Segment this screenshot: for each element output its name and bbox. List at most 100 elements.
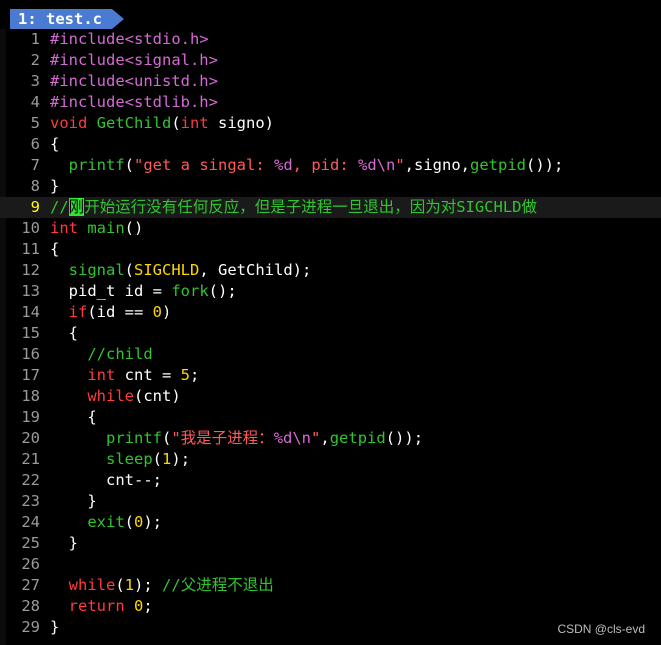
code-line[interactable]: 22 cnt--; <box>0 470 661 491</box>
line-number: 12 <box>21 261 40 279</box>
code-token: #include<unistd.h> <box>50 72 218 90</box>
code-token: if <box>68 303 88 321</box>
code-token: } <box>50 534 78 552</box>
line-text: printf("我是子进程：%d\n",getpid()); <box>50 428 423 449</box>
code-token: ) <box>162 303 172 321</box>
code-token: getpid <box>470 156 526 174</box>
code-token: 开始运行没有任何反应，但是子进程一旦退出，因为对SIGCHLD做 <box>84 198 538 216</box>
code-line[interactable]: 5 void GetChild(int signo) <box>0 113 661 134</box>
code-token: 0 <box>134 513 144 531</box>
line-text: sleep(1); <box>50 449 190 470</box>
code-line[interactable]: 6{ <box>0 134 661 155</box>
line-number: 6 <box>30 135 40 153</box>
code-token: (cnt) <box>134 387 181 405</box>
code-line[interactable]: 19 { <box>0 407 661 428</box>
code-line[interactable]: 23 } <box>0 491 661 512</box>
code-editor[interactable]: 1 #include<stdio.h> 2 #include<signal.h> 3 #i… <box>0 29 661 638</box>
line-text: } <box>50 176 59 197</box>
code-line[interactable]: 25 } <box>0 533 661 554</box>
code-token: //child <box>50 345 153 363</box>
line-text: int cnt = 5; <box>50 365 199 386</box>
line-text: cnt--; <box>50 470 162 491</box>
line-text: { <box>50 239 59 260</box>
code-token: ( <box>162 429 172 447</box>
code-token: ( <box>124 261 135 279</box>
tab-bar: 1: test.c <box>0 0 661 29</box>
code-line[interactable]: 24 exit(0); <box>0 512 661 533</box>
code-token: ); <box>143 513 163 531</box>
line-text: //child <box>50 344 153 365</box>
code-line[interactable]: 3 #include<unistd.h> <box>0 71 661 92</box>
line-number: 14 <box>21 303 40 321</box>
code-line[interactable]: 11 { <box>0 239 661 260</box>
code-token: #include<signal.h> <box>50 51 218 69</box>
code-line[interactable]: 27 while(1); //父进程不退出 <box>0 575 661 596</box>
code-token: ( <box>171 114 181 132</box>
code-token: (id == <box>87 303 153 321</box>
line-number: 23 <box>21 492 40 510</box>
code-token: , <box>320 429 330 447</box>
code-token: 1 <box>162 450 172 468</box>
code-token: printf <box>106 429 162 447</box>
code-line[interactable]: 8} <box>0 176 661 197</box>
line-number: 15 <box>21 324 40 342</box>
code-line[interactable]: 26 <box>0 554 661 575</box>
line-number: 16 <box>21 345 40 363</box>
line-number: 8 <box>30 177 40 195</box>
code-token: ; <box>143 597 153 615</box>
code-token: ()); <box>385 429 424 447</box>
code-line[interactable]: 9 //刚开始运行没有任何反应，但是子进程一旦退出，因为对SIGCHLD做 <box>0 197 661 218</box>
code-token: GetChild <box>96 114 172 132</box>
code-token: main <box>87 219 125 237</box>
code-token: sleep <box>106 450 153 468</box>
code-line[interactable]: 10 int main() <box>0 218 661 239</box>
line-text: } <box>50 491 96 512</box>
line-number: 11 <box>21 240 40 258</box>
code-token: // <box>50 198 69 216</box>
line-number: 27 <box>21 576 40 594</box>
code-token: " <box>311 429 321 447</box>
code-line[interactable]: 21 sleep(1); <box>0 449 661 470</box>
code-token: ( <box>124 513 134 531</box>
code-line[interactable]: 20 printf("我是子进程：%d\n",getpid()); <box>0 428 661 449</box>
code-line[interactable]: 13 pid_t id = fork(); <box>0 281 661 302</box>
line-text: while(cnt) <box>50 386 181 407</box>
code-token: while <box>68 576 116 594</box>
code-token: signo) <box>208 114 274 132</box>
code-line[interactable]: 1 #include<stdio.h> <box>0 29 661 50</box>
code-token: cnt--; <box>50 471 162 489</box>
code-token: 5 <box>180 366 190 384</box>
code-line[interactable]: 14 if(id == 0) <box>0 302 661 323</box>
code-line[interactable]: 17 int cnt = 5; <box>0 365 661 386</box>
code-token: printf <box>68 156 125 174</box>
code-token: { <box>50 135 60 153</box>
line-number: 18 <box>21 387 40 405</box>
line-text: #include<stdlib.h> <box>50 92 218 113</box>
code-line[interactable]: 2 #include<signal.h> <box>0 50 661 71</box>
code-line[interactable]: 18 while(cnt) <box>0 386 661 407</box>
tab-test-c[interactable]: 1: test.c <box>10 9 124 29</box>
code-line[interactable]: 16 //child <box>0 344 661 365</box>
code-line[interactable]: 4 #include<stdlib.h> <box>0 92 661 113</box>
code-line[interactable]: 15 { <box>0 323 661 344</box>
code-token: pid_t id = <box>50 282 172 300</box>
code-line[interactable]: 28 return 0; <box>0 596 661 617</box>
line-text: #include<signal.h> <box>50 50 218 71</box>
line-number: 22 <box>21 471 40 489</box>
code-token: fork <box>171 282 209 300</box>
code-line[interactable]: 7 printf("get a singal: %d, pid: %d\n",s… <box>0 155 661 176</box>
line-number: 13 <box>21 282 40 300</box>
line-text: pid_t id = fork(); <box>50 281 237 302</box>
code-line[interactable]: 12 signal(SIGCHLD, GetChild); <box>0 260 661 281</box>
line-text: #include<unistd.h> <box>50 71 218 92</box>
code-token: ); <box>171 450 191 468</box>
code-token: , pid: <box>292 156 358 174</box>
code-token: ()); <box>526 156 564 174</box>
code-token: () <box>124 219 144 237</box>
code-token: 0 <box>134 597 144 615</box>
code-token: "get a singal: <box>134 156 274 174</box>
line-text: int main() <box>50 218 143 239</box>
code-token: ; <box>190 366 200 384</box>
code-token: return <box>68 597 125 615</box>
